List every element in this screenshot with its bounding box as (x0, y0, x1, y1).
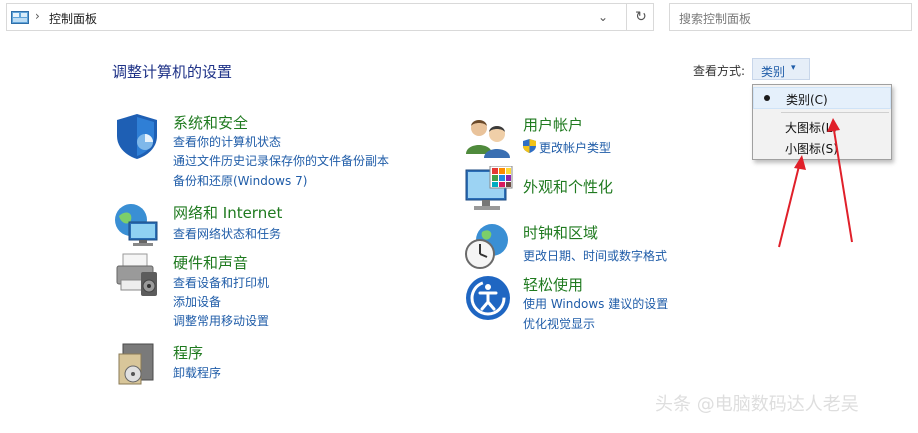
watermark: 头条 @电脑数码达人老吴 (655, 394, 859, 415)
annotation-arrow-small-icons (778, 155, 806, 248)
annotation-arrows (778, 118, 853, 248)
annotation-arrow-large-icons (827, 118, 853, 243)
